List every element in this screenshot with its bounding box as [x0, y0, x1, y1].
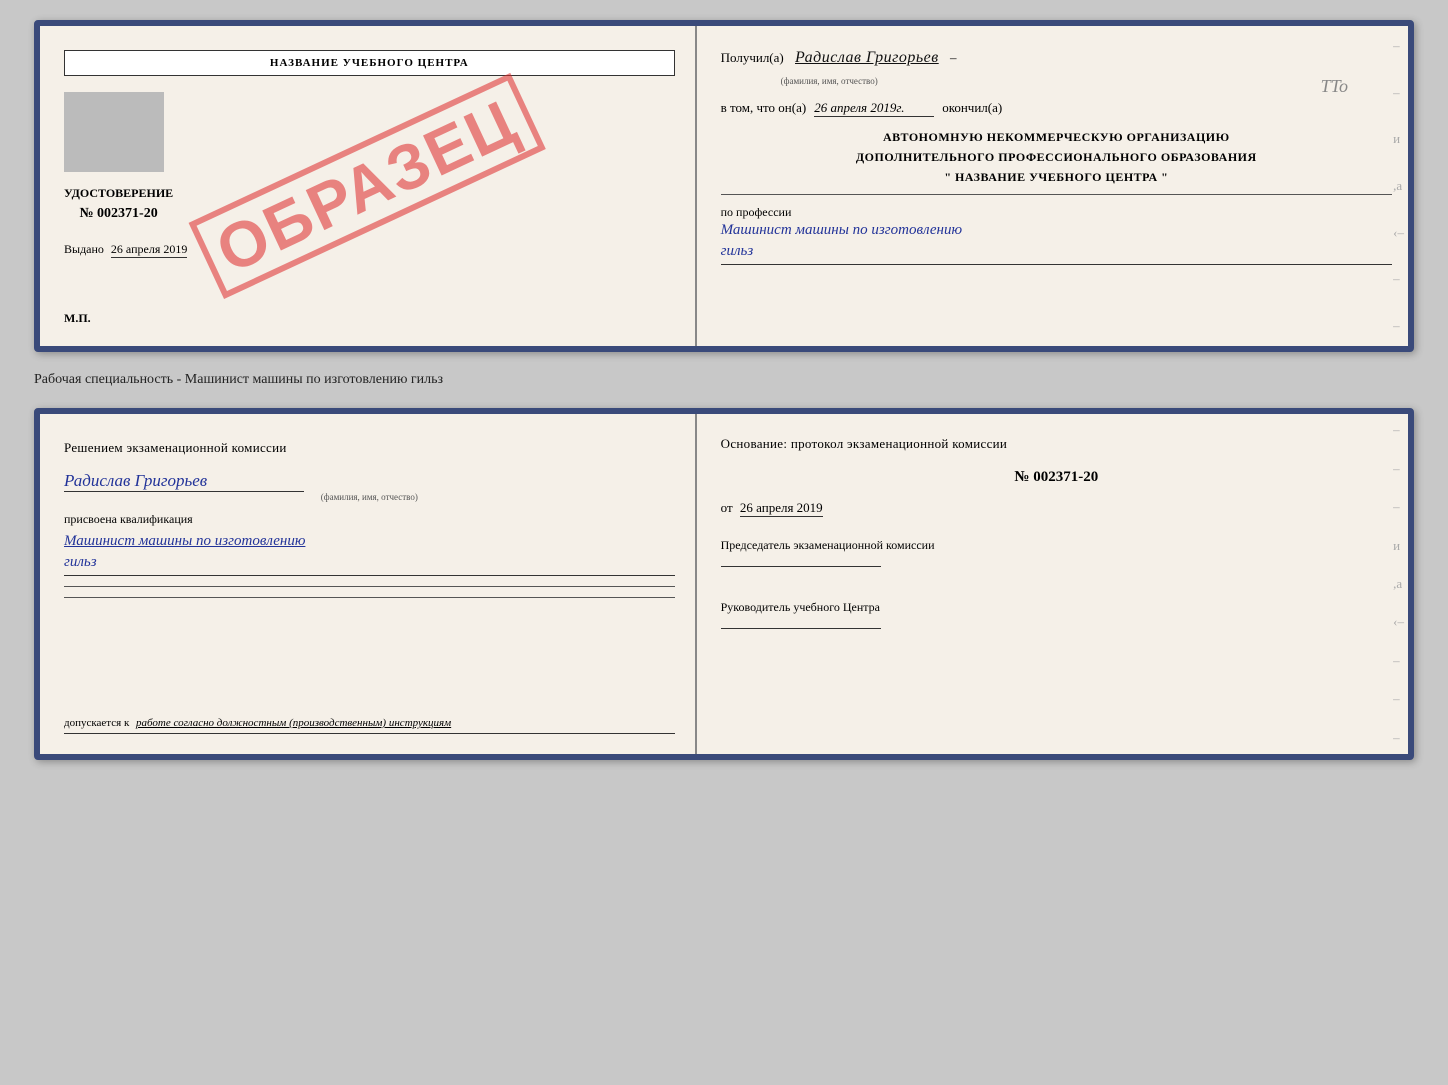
- mp-label: М.П.: [64, 311, 675, 326]
- v-tom-prefix: в том, что он(а): [721, 100, 807, 116]
- bottom-fam-label: (фамилия, имя, отчество): [64, 492, 675, 502]
- profession-label: по профессии: [721, 205, 1392, 220]
- dopusk-block: допускается к работе согласно должностны…: [64, 701, 675, 734]
- prisvoena-label: присвоена квалификация: [64, 512, 675, 527]
- rukovoditel-sig-line: [721, 628, 881, 629]
- chairman-label: Председатель экзаменационной комиссии: [721, 536, 1392, 554]
- chairman-sig-line: [721, 566, 881, 567]
- udostoverenie-label: УДОСТОВЕРЕНИЕ: [64, 184, 173, 203]
- fam-label-top: (фамилия, имя, отчество): [781, 76, 878, 86]
- org-line1: АВТОНОМНУЮ НЕКОММЕРЧЕСКУЮ ОРГАНИЗАЦИЮ: [721, 127, 1392, 147]
- okonchil-label: окончил(а): [942, 100, 1002, 116]
- top-document: НАЗВАНИЕ УЧЕБНОГО ЦЕНТРА УДОСТОВЕРЕНИЕ №…: [34, 20, 1414, 352]
- rukovoditel-label: Руководитель учебного Центра: [721, 598, 1392, 616]
- kvalif-handwritten-1: Машинист машины по изготовлению: [64, 531, 675, 552]
- top-doc-left: НАЗВАНИЕ УЧЕБНОГО ЦЕНТРА УДОСТОВЕРЕНИЕ №…: [40, 26, 697, 346]
- top-doc-right: Получил(а) Радислав Григорьев – (фамилия…: [697, 26, 1408, 346]
- org-line2: ДОПОЛНИТЕЛЬНОГО ПРОФЕССИОНАЛЬНОГО ОБРАЗО…: [721, 147, 1392, 167]
- empty-line-1: [64, 586, 675, 587]
- dopusk-line: [64, 733, 675, 734]
- stamp-area: УДОСТОВЕРЕНИЕ № 002371-20 Выдано 26 апре…: [64, 92, 675, 299]
- empty-line-2: [64, 597, 675, 598]
- bottom-fio-handwritten: Радислав Григорьев: [64, 471, 304, 492]
- tto-mark: TTo: [1321, 76, 1348, 97]
- poluchil-prefix: Получил(а): [721, 50, 784, 65]
- profession-handwritten-1: Машинист машины по изготовлению: [721, 220, 1392, 241]
- org-block: АВТОНОМНУЮ НЕКОММЕРЧЕСКУЮ ОРГАНИЗАЦИЮ ДО…: [721, 127, 1392, 195]
- doc-number: № 002371-20: [64, 203, 173, 225]
- ot-label: от: [721, 500, 733, 515]
- school-name-box: НАЗВАНИЕ УЧЕБНОГО ЦЕНТРА: [64, 50, 675, 76]
- bottom-doc-right: Основание: протокол экзаменационной коми…: [697, 414, 1408, 754]
- recipient-name: Радислав Григорьев: [795, 49, 939, 66]
- osnovanie-text: Основание: протокол экзаменационной коми…: [721, 436, 1008, 451]
- bottom-doc-left: Решением экзаменационной комиссии Радисл…: [40, 414, 697, 754]
- osnovanie-block: Основание: протокол экзаменационной коми…: [721, 434, 1392, 455]
- kvalif-handwritten-2: гильз: [64, 552, 675, 576]
- chairman-block: Председатель экзаменационной комиссии: [721, 536, 1392, 572]
- bottom-side-dashes: – – – и ,а ‹– – – –: [1393, 414, 1404, 754]
- org-line3: " НАЗВАНИЕ УЧЕБНОГО ЦЕНТРА ": [721, 167, 1392, 187]
- profession-block: по профессии Машинист машины по изготовл…: [721, 205, 1392, 265]
- vydano-line: Выдано 26 апреля 2019: [64, 242, 187, 257]
- rukovoditel-block: Руководитель учебного Центра: [721, 598, 1392, 634]
- protocol-date-value: 26 апреля 2019: [740, 500, 823, 517]
- recipient-line: Получил(а) Радислав Григорьев – (фамилия…: [721, 46, 1392, 90]
- udostoverenie-block: УДОСТОВЕРЕНИЕ № 002371-20: [64, 184, 173, 226]
- komissia-title: Решением экзаменационной комиссии: [64, 438, 675, 459]
- protocol-number: № 002371-20: [721, 469, 1392, 486]
- school-name-text: НАЗВАНИЕ УЧЕБНОГО ЦЕНТРА: [270, 57, 469, 69]
- vydano-date: 26 апреля 2019: [111, 242, 187, 258]
- bottom-fio-block: Радислав Григорьев (фамилия, имя, отчест…: [64, 471, 675, 502]
- date-value: 26 апреля 2019г.: [814, 100, 934, 117]
- side-dashes: – – и ,а ‹– – –: [1393, 26, 1404, 346]
- vydano-label: Выдано: [64, 242, 104, 256]
- dopusk-prefix: допускается к: [64, 717, 129, 729]
- protocol-date: от 26 апреля 2019: [721, 500, 1392, 516]
- date-line: в том, что он(а) 26 апреля 2019г. окончи…: [721, 100, 1392, 117]
- photo-placeholder: [64, 92, 164, 172]
- profession-handwritten-2: гильз: [721, 241, 1392, 265]
- bottom-document: Решением экзаменационной комиссии Радисл…: [34, 408, 1414, 760]
- dopusk-text: работе согласно должностным (производств…: [136, 717, 451, 729]
- specialty-label: Рабочая специальность - Машинист машины …: [34, 368, 1414, 392]
